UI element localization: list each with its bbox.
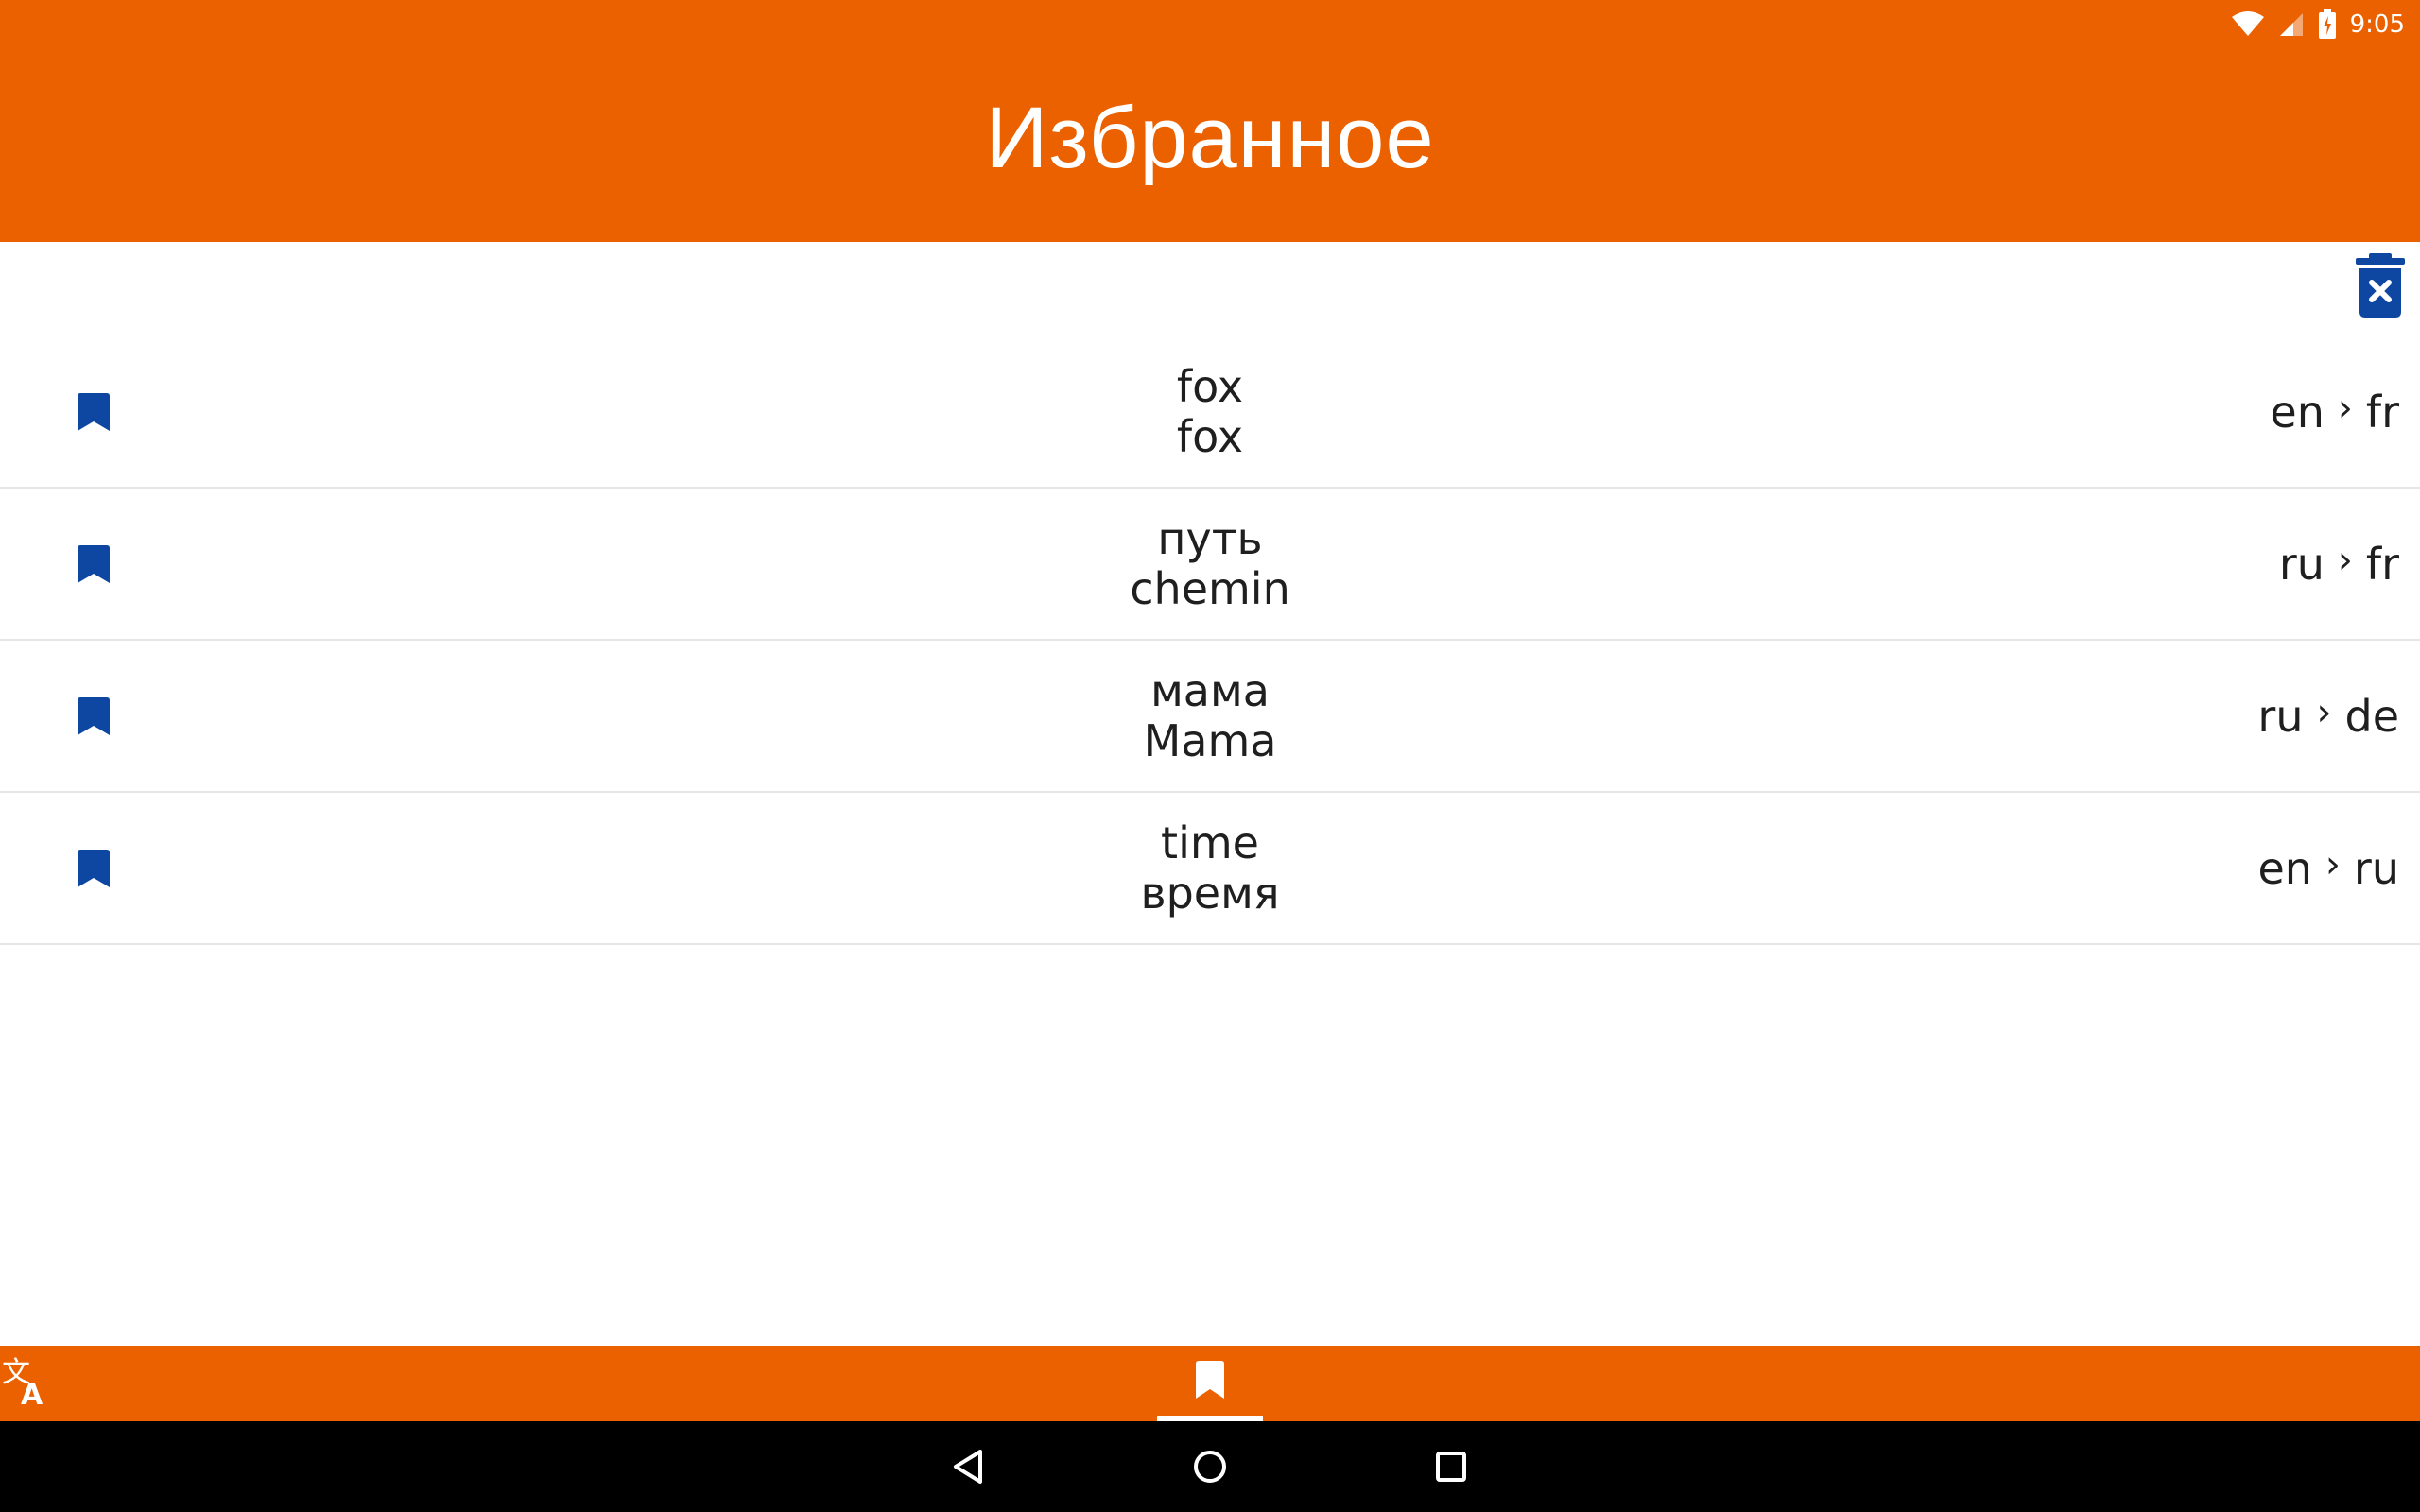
chevron-right-icon: ›	[2325, 842, 2341, 886]
favorites-content: fox fox en › fr путь chemin ru › fr мама…	[0, 242, 2420, 1346]
bottom-tab-bar: 文 A	[0, 1346, 2420, 1421]
language-pair: en › fr	[2270, 387, 2399, 438]
status-bar: 9:05	[2231, 6, 2405, 43]
system-nav-bar	[0, 1421, 2420, 1512]
page-title: Избранное	[985, 90, 1435, 186]
status-time: 9:05	[2349, 10, 2405, 39]
tab-translate[interactable]: 文 A	[0, 1355, 49, 1412]
cell-signal-icon	[2279, 13, 2303, 36]
language-pair: ru › de	[2257, 691, 2399, 742]
chevron-right-icon: ›	[2337, 538, 2353, 582]
translated-word: chemin	[1130, 562, 1290, 614]
target-language: de	[2344, 690, 2400, 742]
delete-all-icon	[2356, 253, 2405, 318]
clear-favorites-button[interactable]	[2354, 249, 2407, 319]
source-language: en	[2270, 386, 2325, 438]
svg-text:A: A	[21, 1379, 43, 1408]
list-item[interactable]: мама Mama ru › de	[0, 641, 2420, 793]
source-language: ru	[2257, 690, 2304, 742]
home-button[interactable]	[1184, 1440, 1236, 1493]
word-pair: путь chemin	[0, 512, 2420, 614]
translate-icon: 文 A	[2, 1356, 43, 1412]
list-item[interactable]: fox fox en › fr	[0, 336, 2420, 489]
target-language: ru	[2353, 842, 2399, 894]
source-language: ru	[2278, 538, 2325, 590]
target-language: fr	[2365, 538, 2399, 590]
target-language: fr	[2365, 386, 2399, 438]
list-item[interactable]: time время en › ru	[0, 793, 2420, 945]
translated-word: Mama	[1143, 714, 1277, 766]
app-bar: 9:05 Избранное	[0, 0, 2420, 242]
battery-charging-icon	[2318, 9, 2336, 39]
word-pair: мама Mama	[0, 664, 2420, 766]
translated-word: fox	[1176, 410, 1244, 462]
chevron-right-icon: ›	[2316, 690, 2332, 734]
word-pair: fox fox	[0, 360, 2420, 462]
word-pair: time время	[0, 816, 2420, 919]
back-icon	[954, 1450, 982, 1484]
source-language: en	[2257, 842, 2312, 894]
list-item[interactable]: путь chemin ru › fr	[0, 489, 2420, 641]
home-icon	[1194, 1451, 1226, 1483]
tab-favorites[interactable]	[1157, 1346, 1263, 1421]
source-word: fox	[1176, 360, 1244, 412]
back-button[interactable]	[942, 1440, 995, 1493]
source-word: мама	[1150, 664, 1270, 716]
wifi-icon	[2231, 11, 2264, 36]
bookmark-icon	[1196, 1361, 1224, 1399]
favorites-list: fox fox en › fr путь chemin ru › fr мама…	[0, 336, 2420, 945]
chevron-right-icon: ›	[2337, 386, 2353, 430]
source-word: time	[1161, 816, 1259, 868]
source-word: путь	[1157, 512, 1263, 564]
recents-button[interactable]	[1425, 1440, 1478, 1493]
translated-word: время	[1140, 867, 1280, 919]
language-pair: ru › fr	[2279, 539, 2399, 590]
language-pair: en › ru	[2257, 843, 2399, 894]
recents-icon	[1436, 1452, 1466, 1482]
